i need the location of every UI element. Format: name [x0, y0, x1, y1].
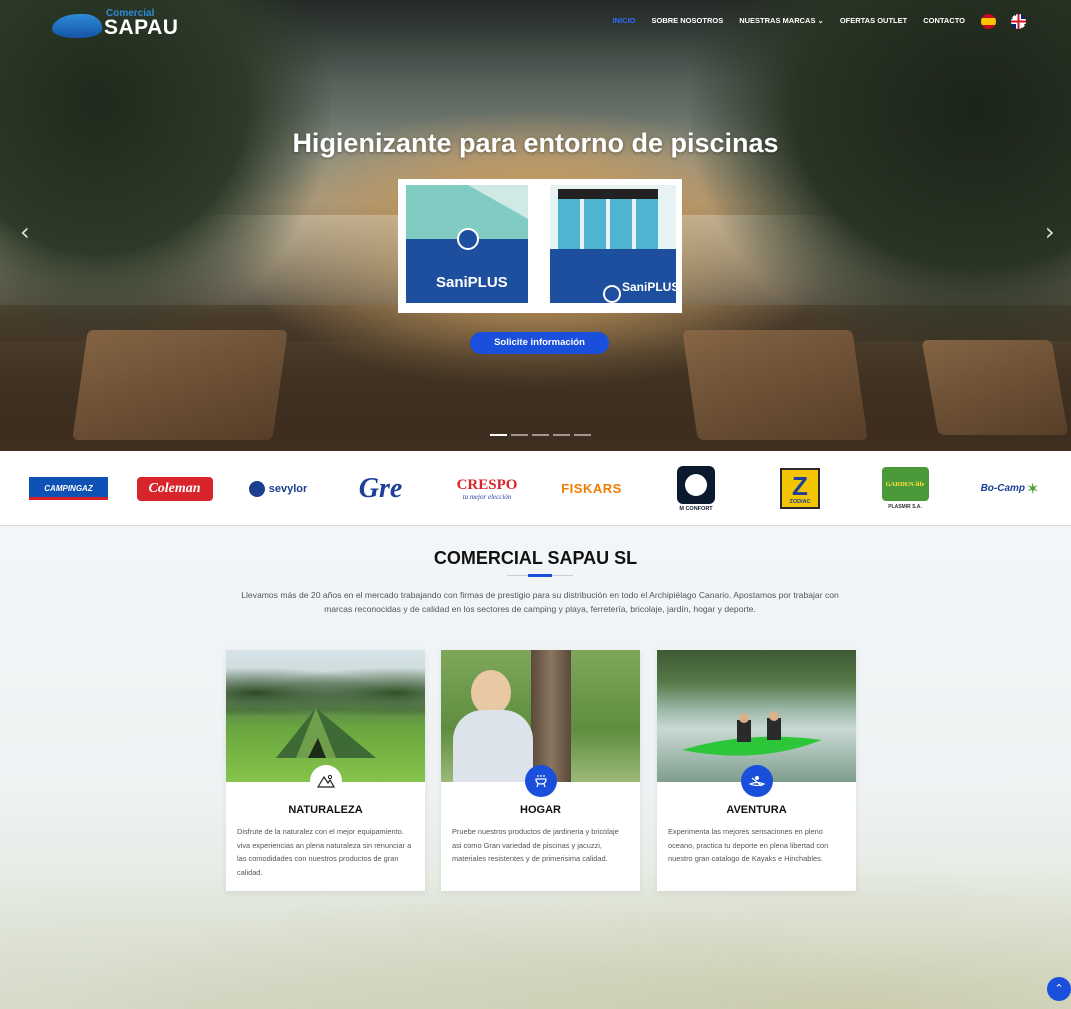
request-info-button[interactable]: Solicite información: [470, 332, 609, 354]
card-hogar-title: HOGAR: [520, 804, 561, 816]
hero-chair-left: [72, 330, 288, 440]
logo-big-text: SAPAU: [104, 16, 179, 39]
card-aventura-photo: [657, 650, 856, 782]
tent-icon: [276, 708, 376, 758]
brand-campingaz-logo: CAMPINGAZ: [29, 477, 108, 500]
brand-gre[interactable]: Gre: [349, 451, 412, 526]
mconfort-logo-mark: [677, 465, 715, 504]
english-flag-icon[interactable]: [1011, 14, 1026, 29]
card-hogar-text: Pruebe nuestros productos de jardineria …: [452, 827, 619, 863]
brand-crespo[interactable]: CRESPO tu mejor elección: [451, 451, 523, 526]
product-label-left: SaniPLUS: [436, 274, 508, 291]
card-hogar-photo: [441, 650, 640, 782]
slider-prev-icon[interactable]: ‹: [20, 218, 30, 246]
slider-dot[interactable]: [511, 434, 528, 436]
zodiac-z-icon: Z: [792, 470, 808, 501]
brand-bocamp-logo: Bo-Camp: [980, 483, 1026, 494]
slider-dot[interactable]: [574, 434, 591, 436]
brand-crespo-logo: CRESPO: [456, 476, 518, 493]
person-body: [453, 710, 533, 782]
slider-next-icon[interactable]: ›: [1045, 218, 1055, 246]
site-logo[interactable]: Comercial SAPAU: [52, 8, 178, 40]
scroll-to-top-button[interactable]: ⌃: [1047, 977, 1071, 1001]
kayak-image: [682, 711, 822, 756]
tree-trunk: [531, 650, 571, 782]
brand-garden-life[interactable]: GARDEN-life PLASMIR S.A.: [878, 451, 932, 526]
hero-chair-right: [682, 330, 868, 440]
nav-item-sobre-nosotros[interactable]: SOBRE NOSOTROS: [652, 16, 724, 25]
brand-zodiac[interactable]: Z ZODIAC: [778, 451, 822, 526]
section-title: COMERCIAL SAPAU SL: [433, 548, 638, 568]
brand-coleman[interactable]: Coleman: [136, 451, 213, 526]
hero-product-image: SaniPLUS SaniPLUS: [398, 179, 682, 313]
section-intro: Llevamos más de 20 años en el mercado tr…: [241, 590, 839, 614]
garden-life-logo-mark: GARDEN-life: [881, 467, 929, 501]
brand-mconfort-label: M CONFORT: [679, 505, 713, 512]
brand-garden-life-sub: PLASMIR S.A.: [888, 504, 922, 510]
card-naturaleza-title: NATURALEZA: [288, 804, 363, 816]
person-head: [471, 670, 511, 715]
brand-sevylor[interactable]: sevylor: [241, 451, 315, 526]
card-hogar[interactable]: HOGAR Pruebe nuestros productos de jardi…: [441, 650, 640, 891]
brand-mconfort[interactable]: M CONFORT: [670, 451, 722, 526]
hero-trees-left: [0, 0, 330, 340]
grill-icon: [525, 765, 557, 797]
brand-garden-life-logo: GARDEN-life: [885, 480, 925, 488]
nav-item-nuestras-marcas[interactable]: NUESTRAS MARCAS ⌄: [739, 16, 824, 25]
mountain-icon: [310, 765, 342, 797]
brand-gre-logo: Gre: [358, 472, 403, 504]
card-aventura-title: AVENTURA: [726, 804, 787, 816]
slider-dots: [490, 434, 591, 436]
nav-item-ofertas-outlet[interactable]: OFERTAS OUTLET: [840, 16, 907, 25]
bocamp-star-icon: ✶: [1026, 479, 1040, 498]
slider-dot[interactable]: [532, 434, 549, 436]
top-navbar: Comercial SAPAU INICIO SOBRE NOSOTROS NU…: [0, 0, 1071, 46]
card-aventura-text: Experimenta las mejores sensaciones en p…: [668, 827, 829, 863]
saniplus-product-image: SaniPLUS SaniPLUS: [406, 185, 679, 303]
card-naturaleza[interactable]: NATURALEZA Disfrute de la naturalez con …: [226, 650, 425, 891]
spanish-flag-icon[interactable]: [981, 14, 996, 29]
nav-item-inicio[interactable]: INICIO: [613, 16, 636, 25]
mconfort-circle-icon: [685, 473, 707, 496]
brand-fiskars[interactable]: FISKARS: [548, 451, 635, 526]
zodiac-logo-mark: Z ZODIAC: [780, 468, 820, 509]
card-naturaleza-text: Disfrute de la naturalez con el mejor eq…: [237, 827, 412, 877]
hero-chair-far-right: [921, 340, 1069, 435]
kayak-icon: [741, 765, 773, 797]
hero-title: Higienizante para entorno de piscinas: [292, 128, 779, 158]
brand-bocamp[interactable]: Bo-Camp ✶: [978, 451, 1042, 526]
brand-sevylor-logo: sevylor: [268, 482, 308, 495]
brand-crespo-tagline: tu mejor elección: [462, 492, 512, 501]
brand-zodiac-label: ZODIAC: [789, 498, 811, 505]
card-aventura[interactable]: AVENTURA Experimenta las mejores sensaci…: [657, 650, 856, 891]
brand-campingaz[interactable]: CAMPINGAZ: [29, 451, 108, 526]
main-nav: INICIO SOBRE NOSOTROS NUESTRAS MARCAS ⌄ …: [613, 16, 965, 25]
title-divider-accent: [528, 574, 552, 577]
sevylor-globe-icon: [248, 480, 265, 497]
brand-coleman-logo: Coleman: [136, 476, 213, 501]
slider-dot[interactable]: [553, 434, 570, 436]
slider-dot[interactable]: [490, 434, 507, 436]
nav-item-contacto[interactable]: CONTACTO: [923, 16, 965, 25]
about-section: COMERCIAL SAPAU SL Llevamos más de 20 añ…: [0, 526, 1071, 1009]
brands-strip: CAMPINGAZ Coleman sevylor Gre CRESPO tu …: [0, 451, 1071, 526]
product-label-right: SaniPLUS: [622, 280, 679, 294]
card-naturaleza-photo: [226, 650, 425, 782]
logo-wave-icon: [52, 14, 102, 38]
hero-slider: Comercial SAPAU INICIO SOBRE NOSOTROS NU…: [0, 0, 1071, 451]
hero-trees-right: [691, 0, 1071, 360]
brand-fiskars-logo: FISKARS: [561, 481, 622, 496]
